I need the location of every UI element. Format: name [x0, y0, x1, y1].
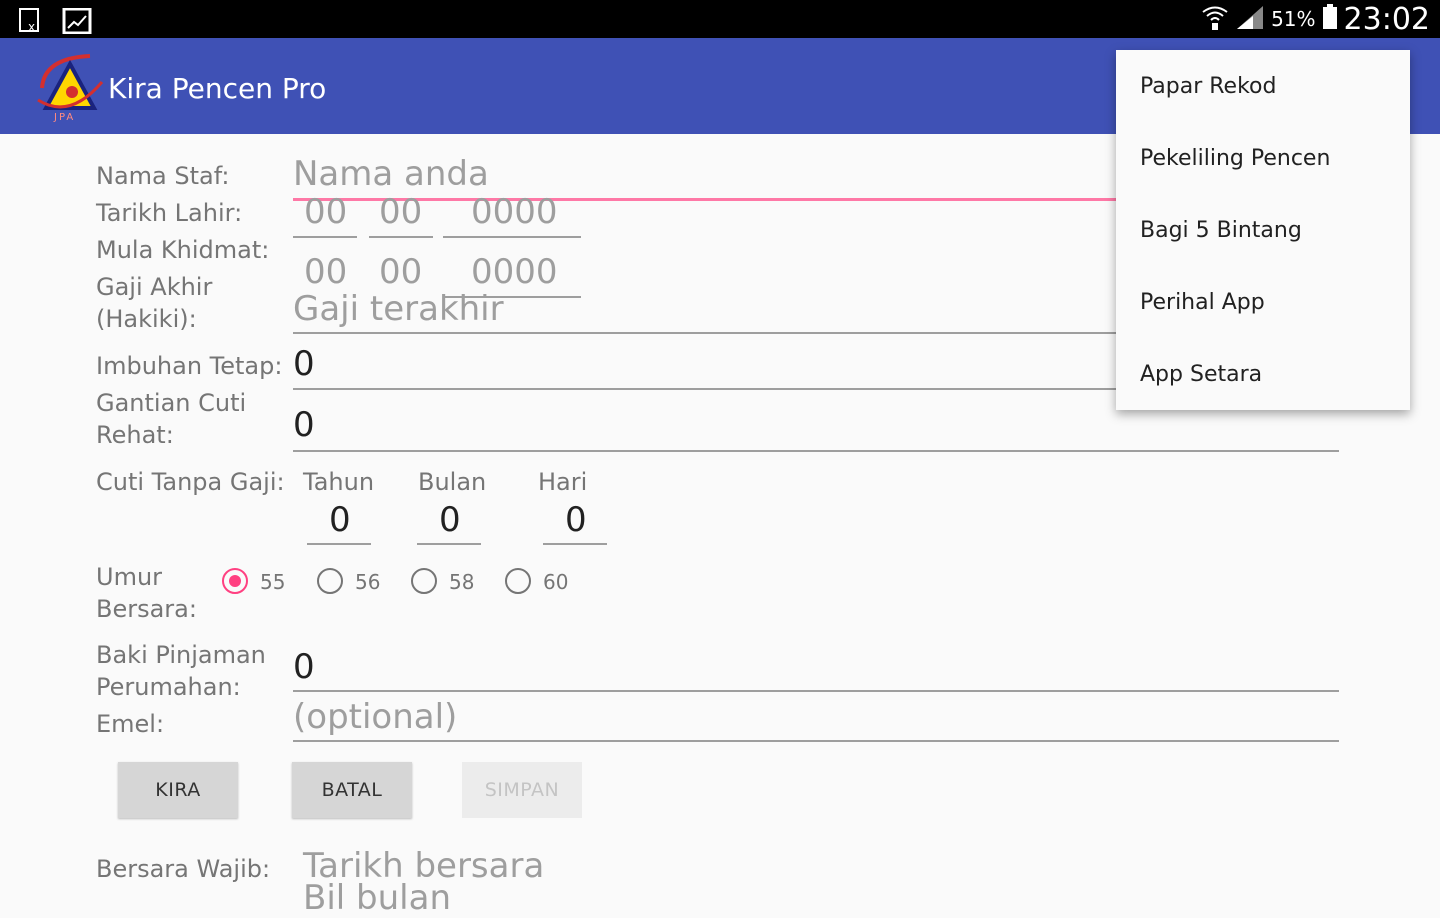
simpan-button[interactable]: SIMPAN	[462, 762, 582, 818]
menu-item-perihal-app[interactable]: Perihal App	[1140, 290, 1265, 315]
logo-caption: JPA	[54, 112, 76, 123]
signal-icon	[1235, 4, 1265, 34]
umur-bersara-label-line2: Bersara:	[96, 595, 197, 623]
jpa-logo-icon: JPA	[34, 48, 106, 126]
radio-58[interactable]	[411, 568, 437, 594]
excel-notification-icon: x	[18, 8, 48, 38]
radio-60-label: 60	[543, 570, 569, 594]
mula-khidmat-month-input[interactable]: 00	[379, 252, 422, 292]
gantian-cuti-label-line2: Rehat:	[96, 421, 174, 449]
mula-khidmat-label: Mula Khidmat:	[96, 236, 270, 264]
wifi-icon	[1201, 3, 1229, 35]
app-title: Kira Pencen Pro	[108, 72, 327, 105]
hari-label: Hari	[538, 468, 588, 496]
nama-staf-input[interactable]: Nama anda	[293, 154, 489, 194]
batal-button[interactable]: BATAL	[292, 762, 412, 818]
cuti-tanpa-gaji-label: Cuti Tanpa Gaji:	[96, 468, 285, 496]
gaji-akhir-label-line1: Gaji Akhir	[96, 273, 213, 301]
radio-56[interactable]	[317, 568, 343, 594]
hari-input[interactable]: 0	[565, 500, 587, 540]
tarikh-lahir-year-input[interactable]: 0000	[471, 192, 558, 232]
radio-55[interactable]	[222, 568, 248, 594]
tarikh-lahir-month-input[interactable]: 00	[379, 192, 422, 232]
tarikh-lahir-day-input[interactable]: 00	[304, 192, 347, 232]
menu-item-bagi-5-bintang[interactable]: Bagi 5 Bintang	[1140, 218, 1302, 243]
radio-58-label: 58	[449, 570, 475, 594]
bil-bulan-text: Bil bulan	[303, 878, 451, 918]
gaji-akhir-input[interactable]: Gaji terakhir	[293, 289, 504, 329]
baki-pinjaman-input[interactable]: 0	[293, 647, 315, 687]
tahun-input[interactable]: 0	[329, 500, 351, 540]
radio-55-label: 55	[260, 570, 286, 594]
kira-button[interactable]: KIRA	[118, 762, 238, 818]
radio-60[interactable]	[505, 568, 531, 594]
underline	[293, 740, 1339, 742]
image-notification-icon	[62, 7, 92, 38]
imbuhan-tetap-label: Imbuhan Tetap:	[96, 352, 283, 380]
underline	[293, 332, 1116, 334]
menu-item-papar-rekod[interactable]: Papar Rekod	[1140, 74, 1276, 99]
battery-percent: 51%	[1271, 7, 1316, 31]
svg-text:x: x	[28, 20, 35, 34]
menu-item-pekeliling-pencen[interactable]: Pekeliling Pencen	[1140, 146, 1330, 171]
imbuhan-tetap-input[interactable]: 0	[293, 344, 315, 384]
underline	[543, 543, 607, 545]
overflow-menu: Papar Rekod Pekeliling Pencen Bagi 5 Bin…	[1116, 50, 1410, 410]
gantian-cuti-label-line1: Gantian Cuti	[96, 389, 247, 417]
underline	[293, 450, 1339, 452]
status-bar: x 51% 23:02	[0, 0, 1440, 38]
bulan-input[interactable]: 0	[439, 500, 461, 540]
underline	[443, 236, 581, 238]
gaji-akhir-label-line2: (Hakiki):	[96, 305, 197, 333]
baki-pinjaman-label-line2: Perumahan:	[96, 673, 241, 701]
bulan-label: Bulan	[418, 468, 487, 496]
mula-khidmat-day-input[interactable]: 00	[304, 252, 347, 292]
clock: 23:02	[1343, 1, 1430, 37]
menu-item-app-setara[interactable]: App Setara	[1140, 362, 1262, 387]
battery-icon	[1322, 4, 1338, 34]
underline	[417, 543, 481, 545]
emel-input[interactable]: (optional)	[293, 697, 457, 737]
bersara-wajib-label: Bersara Wajib:	[96, 855, 271, 883]
underline	[293, 690, 1339, 692]
mula-khidmat-year-input[interactable]: 0000	[471, 252, 558, 292]
nama-staf-label: Nama Staf:	[96, 162, 230, 190]
baki-pinjaman-label-line1: Baki Pinjaman	[96, 641, 266, 669]
underline	[293, 236, 357, 238]
gantian-cuti-input[interactable]: 0	[293, 405, 315, 445]
emel-label: Emel:	[96, 710, 165, 738]
tahun-label: Tahun	[303, 468, 375, 496]
underline	[369, 236, 433, 238]
underline	[293, 388, 1116, 390]
umur-bersara-label-line1: Umur	[96, 563, 163, 591]
radio-56-label: 56	[355, 570, 381, 594]
tarikh-lahir-label: Tarikh Lahir:	[96, 199, 243, 227]
underline	[307, 543, 371, 545]
